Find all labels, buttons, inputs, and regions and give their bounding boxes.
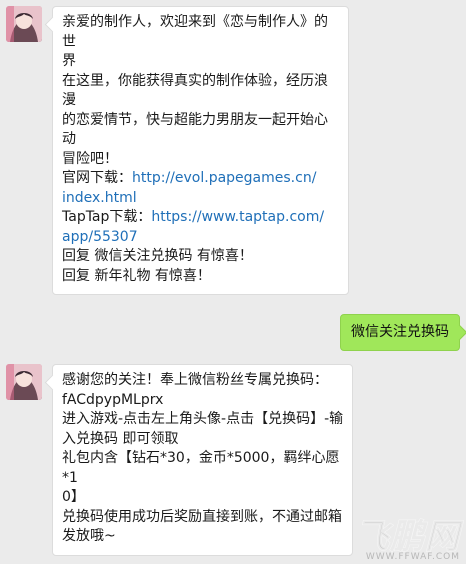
official-site-link[interactable]: http://evol.papegames.cn/	[132, 170, 316, 186]
message-line: 入兑换码 即可领取	[62, 430, 179, 447]
official-site-link-cont[interactable]: index.html	[62, 189, 340, 209]
message-line: 发放哦~	[62, 528, 116, 544]
watermark-url: WWW.FFWAF.COM	[365, 552, 460, 562]
bot-message-bubble-2[interactable]: 感谢您的关注！奉上微信粉丝专属兑换码： fACdpypMLprx 进入游戏-点击…	[52, 364, 353, 556]
message-line: 回复 新年礼物 有惊喜！	[62, 267, 211, 284]
message-line: 进入游戏-点击左上角头像-点击【兑换码】-输	[62, 411, 344, 427]
taptap-download-label: TapTap下载：	[62, 209, 152, 225]
message-line: 回复 微信关注兑换码 有惊喜！	[62, 248, 253, 264]
message-line: 兑换码使用成功后奖励直接到账，不通过邮箱	[62, 508, 342, 525]
official-download-line: 官网下载：http://evol.papegames.cn/	[62, 169, 340, 189]
watermark-logo: 飞鹏网	[355, 517, 460, 558]
avatar-portrait-icon	[6, 6, 42, 42]
official-download-label: 官网下载：	[62, 170, 132, 186]
message-line: 0】	[62, 489, 85, 505]
taptap-link-cont[interactable]: app/55307	[62, 228, 340, 248]
redeem-code[interactable]: fACdpypMLprx	[62, 391, 344, 411]
message-line: 在这里，你能获得真实的制作体验，经历浪漫	[62, 72, 328, 109]
bot-avatar[interactable]	[6, 6, 42, 42]
message-line: 感谢您的关注！奉上微信粉丝专属兑换码：	[62, 372, 328, 388]
taptap-download-line: TapTap下载：https://www.taptap.com/	[62, 208, 340, 228]
message-line: 冒险吧！	[62, 150, 118, 167]
message-line: 界	[62, 53, 76, 69]
message-line: 亲爱的制作人，欢迎来到《恋与制作人》的世	[62, 14, 328, 50]
user-message-bubble[interactable]: 微信关注兑换码	[340, 314, 460, 351]
bot-message-bubble-1[interactable]: 亲爱的制作人，欢迎来到《恋与制作人》的世 界 在这里，你能获得真实的制作体验，经…	[52, 6, 349, 295]
taptap-link[interactable]: https://www.taptap.com/	[151, 209, 324, 225]
message-line: 的恋爱情节，快与超能力男朋友一起开始心动	[62, 111, 328, 148]
message-line: 礼包内含【钻石*30，金币*5000，羁绊心愿*1	[62, 450, 340, 486]
bot-avatar[interactable]	[6, 364, 42, 400]
avatar-portrait-icon	[6, 364, 42, 400]
site-watermark: 飞鹏网 WWW.FFWAF.COM	[355, 509, 460, 563]
